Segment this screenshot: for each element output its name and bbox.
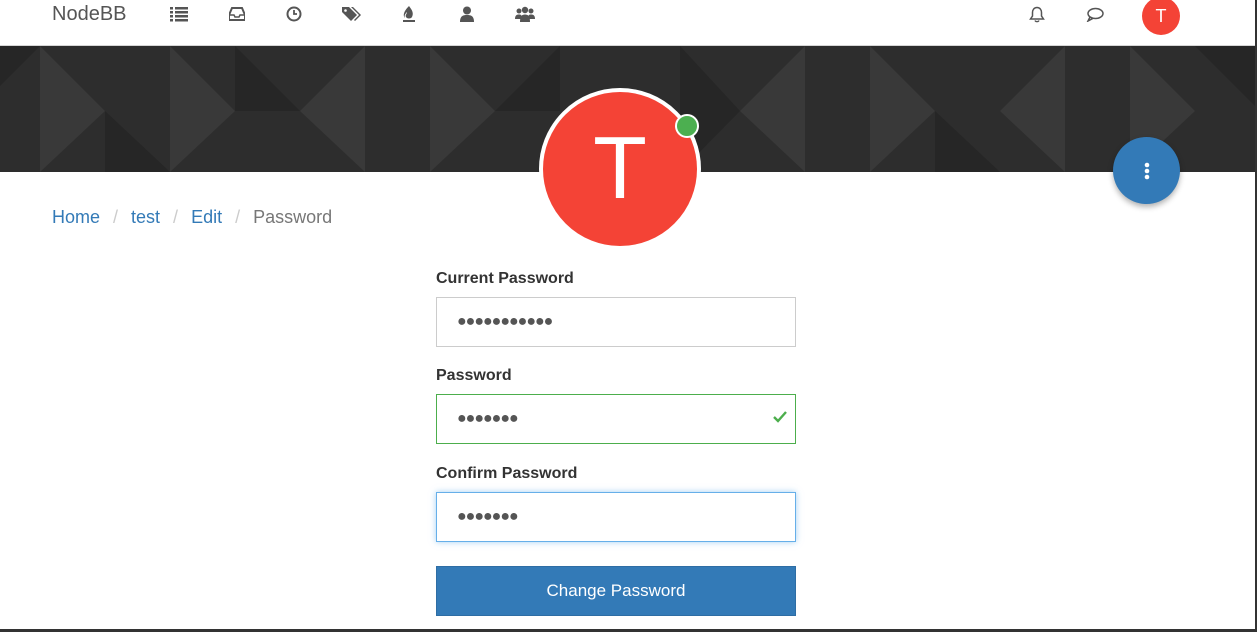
user-menu-avatar[interactable]: T (1142, 0, 1180, 35)
breadcrumb-separator: / (235, 207, 241, 227)
profile-avatar: T (539, 88, 701, 250)
popular-icon[interactable] (402, 4, 416, 24)
password-value: ●●●●●●● (457, 410, 519, 427)
recent-icon[interactable] (286, 4, 302, 24)
unread-icon[interactable] (229, 4, 245, 24)
change-password-form: Current Password ●●●●●●●●●●● Password ●●… (436, 270, 796, 542)
change-password-button[interactable]: Change Password (436, 566, 796, 616)
chats-icon[interactable] (1086, 4, 1104, 24)
current-password-input[interactable]: ●●●●●●●●●●● (436, 297, 796, 347)
breadcrumb-separator: / (173, 207, 179, 227)
current-password-value: ●●●●●●●●●●● (457, 313, 553, 330)
tags-icon[interactable] (342, 4, 362, 24)
categories-icon[interactable] (170, 4, 188, 24)
top-navbar: NodeBB T (0, 0, 1255, 46)
users-icon[interactable] (460, 4, 474, 24)
online-status-indicator (675, 114, 699, 138)
breadcrumb: Home / test / Edit / Password (52, 207, 332, 228)
more-vertical-icon (1144, 162, 1149, 179)
check-icon (773, 410, 787, 428)
groups-icon[interactable] (515, 4, 535, 24)
confirm-password-label: Confirm Password (436, 465, 578, 482)
notifications-icon[interactable] (1029, 4, 1045, 24)
breadcrumb-user[interactable]: test (131, 207, 160, 228)
breadcrumb-home[interactable]: Home (52, 207, 100, 228)
breadcrumb-separator: / (113, 207, 119, 227)
confirm-password-input[interactable]: ●●●●●●● (436, 492, 796, 542)
password-label: Password (436, 367, 512, 384)
current-password-label: Current Password (436, 270, 574, 287)
breadcrumb-edit[interactable]: Edit (191, 207, 222, 228)
profile-actions-button[interactable] (1113, 137, 1180, 204)
confirm-password-value: ●●●●●●● (457, 508, 519, 525)
breadcrumb-current: Password (253, 207, 333, 227)
password-input[interactable]: ●●●●●●● (436, 394, 796, 444)
brand-logo[interactable]: NodeBB (52, 3, 127, 26)
